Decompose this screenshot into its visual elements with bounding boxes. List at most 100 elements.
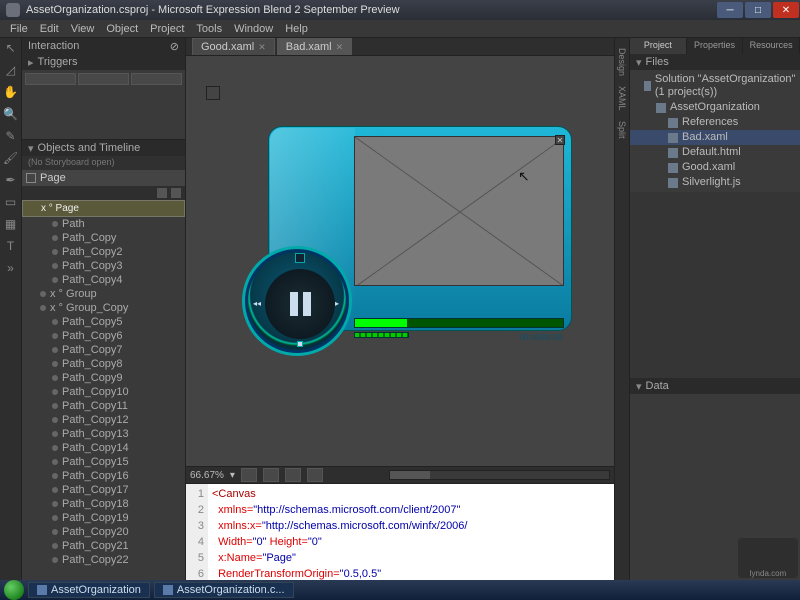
tree-item[interactable]: Path_Copy20 — [22, 525, 185, 539]
tree-item[interactable]: Path_Copy14 — [22, 441, 185, 455]
objects-tree[interactable]: PathPath_CopyPath_Copy2Path_Copy3Path_Co… — [22, 217, 185, 580]
tree-item[interactable]: Path_Copy9 — [22, 371, 185, 385]
tree-item[interactable]: Path_Copy11 — [22, 399, 185, 413]
data-panel-header[interactable]: ▾Data — [630, 378, 800, 394]
close-button[interactable]: ✕ — [773, 2, 799, 18]
play-pause-button[interactable] — [265, 269, 335, 339]
tree-item[interactable]: Path_Copy5 — [22, 315, 185, 329]
tree-item[interactable]: Path_Copy16 — [22, 469, 185, 483]
pen-tool-icon[interactable]: ✒ — [3, 172, 19, 188]
triggers-panel-header[interactable]: ▸Triggers — [22, 54, 185, 70]
tree-root-page[interactable]: Page — [22, 170, 185, 186]
rectangle-tool-icon[interactable]: ▭ — [3, 194, 19, 210]
tree-item-selected[interactable]: x ° Page — [22, 200, 185, 217]
asset-tool-icon[interactable]: » — [3, 260, 19, 276]
menu-project[interactable]: Project — [144, 23, 190, 35]
view-tab-xaml[interactable]: XAML — [617, 82, 627, 115]
direct-select-tool-icon[interactable]: ◿ — [3, 62, 19, 78]
zoom-level[interactable]: 66.67% — [190, 470, 224, 481]
volume-meter[interactable] — [354, 332, 409, 338]
tree-item[interactable]: Path_Copy10 — [22, 385, 185, 399]
menu-view[interactable]: View — [65, 23, 101, 35]
menu-window[interactable]: Window — [228, 23, 279, 35]
tree-item[interactable]: Path_Copy3 — [22, 259, 185, 273]
menu-help[interactable]: Help — [279, 23, 314, 35]
pan-tool-icon[interactable]: ✋ — [3, 84, 19, 100]
zoom-dropdown-icon[interactable]: ▾ — [230, 470, 235, 481]
taskbar-button[interactable]: AssetOrganization.c... — [154, 582, 294, 598]
interaction-panel-header[interactable]: Interaction⊘ — [22, 38, 185, 54]
tree-eye-icon[interactable] — [157, 188, 167, 198]
taskbar-button[interactable]: AssetOrganization — [28, 582, 150, 598]
tree-item[interactable]: Path_Copy7 — [22, 343, 185, 357]
maximize-button[interactable]: □ — [745, 2, 771, 18]
progress-bar[interactable] — [354, 318, 564, 328]
zoom-tool-icon[interactable]: 🔍 — [3, 106, 19, 122]
tab-close-icon[interactable]: ✕ — [336, 42, 344, 53]
snap-toggle-icon[interactable] — [263, 468, 279, 482]
trigger-slot[interactable] — [131, 73, 182, 85]
menu-tools[interactable]: Tools — [190, 23, 228, 35]
selection-tool-icon[interactable]: ↖ — [3, 40, 19, 56]
file-item[interactable]: References — [630, 115, 800, 130]
grid-toggle-icon[interactable] — [241, 468, 257, 482]
file-item[interactable]: AssetOrganization — [630, 100, 800, 115]
layout-tool-icon[interactable]: ▦ — [3, 216, 19, 232]
text-tool-icon[interactable]: T — [3, 238, 19, 254]
menu-object[interactable]: Object — [100, 23, 144, 35]
tree-item[interactable]: Path_Copy — [22, 231, 185, 245]
menu-edit[interactable]: Edit — [34, 23, 65, 35]
start-orb-icon[interactable] — [4, 580, 24, 600]
tree-item[interactable]: Path_Copy12 — [22, 413, 185, 427]
tree-item[interactable]: Path — [22, 217, 185, 231]
stop-icon[interactable] — [297, 341, 303, 347]
tree-item[interactable]: Path_Copy4 — [22, 273, 185, 287]
file-item[interactable]: Default.html — [630, 145, 800, 160]
file-item[interactable]: Good.xaml — [630, 160, 800, 175]
tree-item[interactable]: Path_Copy8 — [22, 357, 185, 371]
minimize-button[interactable]: ─ — [717, 2, 743, 18]
center-column: Good.xaml✕Bad.xaml✕ ✕ 00:00/00:00 ◂◂ — [186, 38, 614, 580]
document-tab[interactable]: Bad.xaml✕ — [277, 38, 352, 55]
tab-close-icon[interactable]: ✕ — [258, 42, 266, 53]
file-item[interactable]: Bad.xaml — [630, 130, 800, 145]
video-close-icon[interactable]: ✕ — [555, 135, 565, 145]
file-item[interactable]: Solution "AssetOrganization" (1 project(… — [630, 72, 800, 100]
tree-lock-icon[interactable] — [171, 188, 181, 198]
tree-item[interactable]: x ° Group — [22, 287, 185, 301]
solution-tree[interactable]: Solution "AssetOrganization" (1 project(… — [630, 70, 800, 192]
file-icon — [644, 81, 651, 91]
tree-item[interactable]: Path_Copy2 — [22, 245, 185, 259]
tree-item[interactable]: Path_Copy6 — [22, 329, 185, 343]
tree-item[interactable]: Path_Copy22 — [22, 553, 185, 567]
eyedropper-tool-icon[interactable]: ✎ — [3, 128, 19, 144]
effects-toggle-icon[interactable] — [307, 468, 323, 482]
tree-item[interactable]: Path_Copy21 — [22, 539, 185, 553]
tree-item[interactable]: Path_Copy15 — [22, 455, 185, 469]
snap-grid-icon[interactable] — [285, 468, 301, 482]
files-panel-header[interactable]: ▾Files — [630, 54, 800, 70]
tree-item[interactable]: Path_Copy13 — [22, 427, 185, 441]
objects-panel-header[interactable]: ▾Objects and Timeline — [22, 140, 185, 156]
prev-icon[interactable]: ◂◂ — [253, 299, 263, 309]
trigger-slot[interactable] — [25, 73, 76, 85]
horizontal-scrollbar[interactable] — [389, 470, 610, 480]
panel-tab-project[interactable]: Project — [630, 38, 687, 54]
code-source[interactable]: <Canvas xmlns="http://schemas.microsoft.… — [208, 484, 471, 580]
menu-file[interactable]: File — [4, 23, 34, 35]
file-item[interactable]: Silverlight.js — [630, 175, 800, 190]
eject-icon[interactable] — [295, 253, 305, 263]
trigger-slot[interactable] — [78, 73, 129, 85]
view-tab-design[interactable]: Design — [617, 44, 627, 80]
tree-item[interactable]: x ° Group_Copy — [22, 301, 185, 315]
view-tab-split[interactable]: Split — [617, 117, 627, 143]
tree-item[interactable]: Path_Copy19 — [22, 511, 185, 525]
panel-tab-resources[interactable]: Resources — [743, 38, 800, 54]
xaml-code-view[interactable]: 123456 <Canvas xmlns="http://schemas.mic… — [186, 484, 614, 580]
brush-tool-icon[interactable]: 🖌 — [3, 150, 19, 166]
document-tab[interactable]: Good.xaml✕ — [192, 38, 275, 55]
panel-tab-properties[interactable]: Properties — [687, 38, 744, 54]
tree-item[interactable]: Path_Copy17 — [22, 483, 185, 497]
artboard[interactable]: ✕ 00:00/00:00 ◂◂ ▸▸ ↖ — [186, 56, 614, 466]
tree-item[interactable]: Path_Copy18 — [22, 497, 185, 511]
